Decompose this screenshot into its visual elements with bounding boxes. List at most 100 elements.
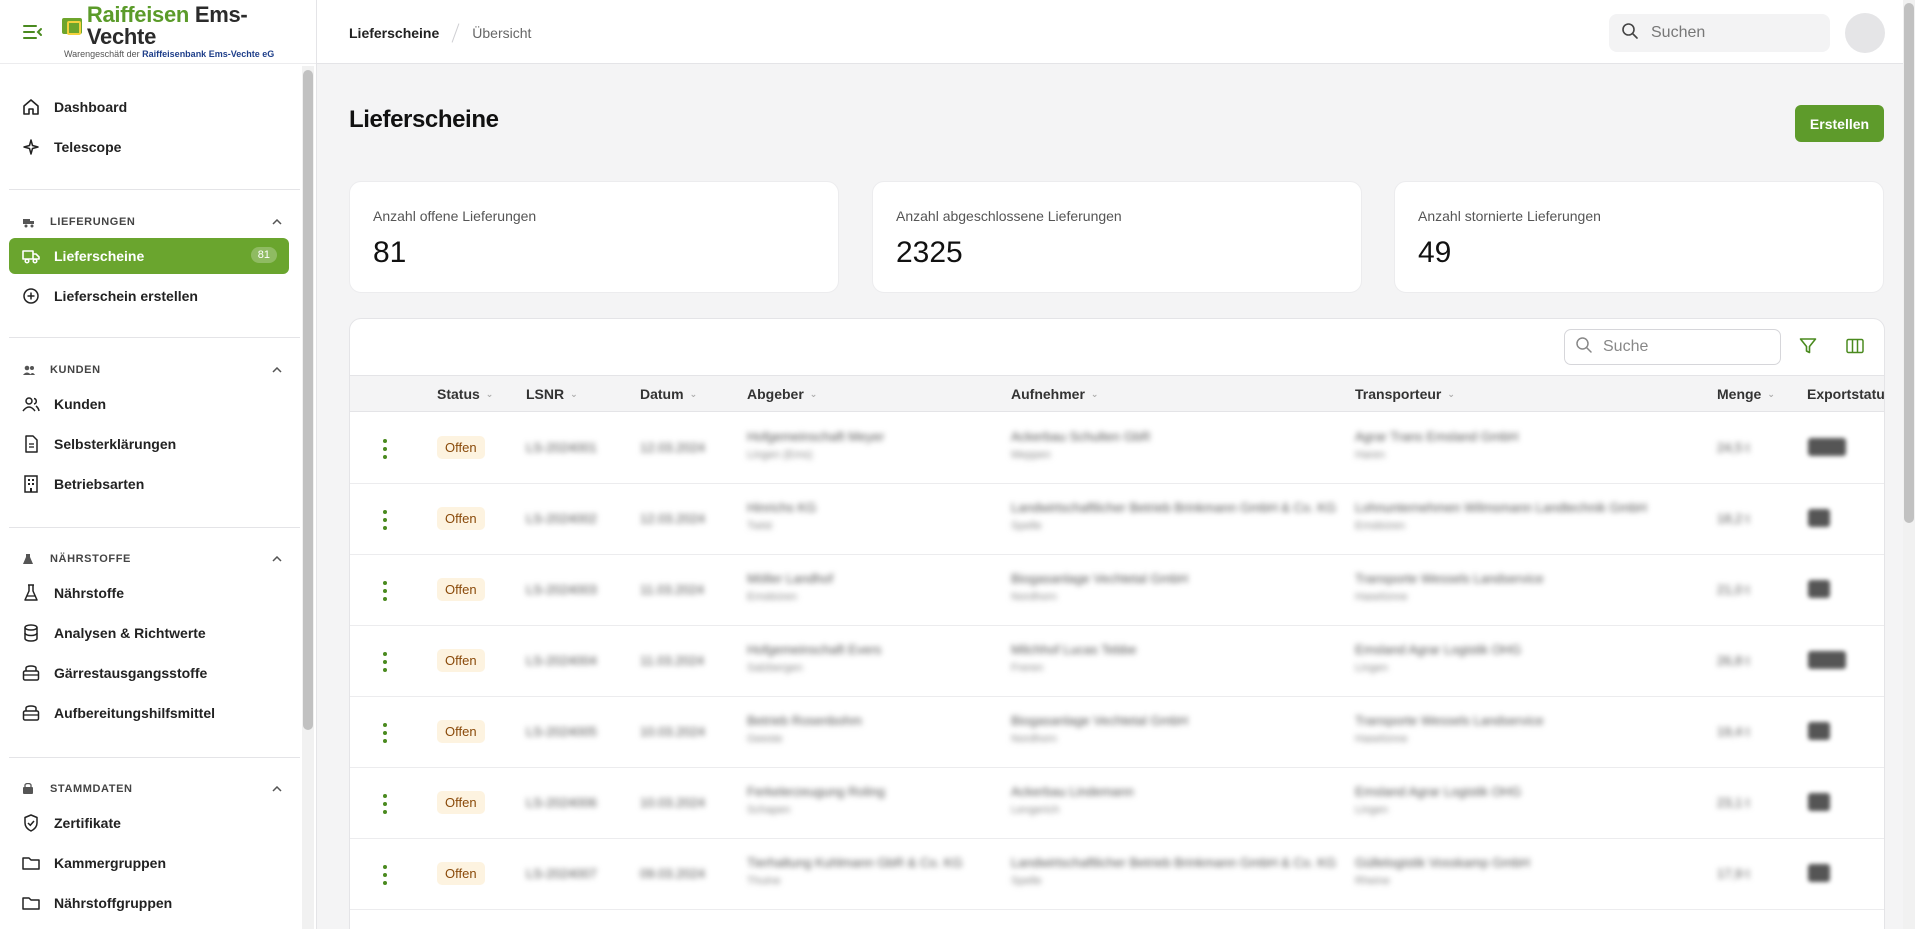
divider bbox=[9, 337, 300, 338]
cell-aufnehmer-location: Freren bbox=[1011, 662, 1044, 674]
sidebar-item-label: Betriebsarten bbox=[54, 476, 145, 492]
table-row[interactable]: Offen LS-2024006 10.03.2024 Ferkelerzeugung… bbox=[350, 768, 1884, 839]
user-avatar[interactable] bbox=[1845, 13, 1885, 53]
sidebar-item-gaerrestausgangsstoffe[interactable]: Gärrestausgangsstoffe bbox=[9, 655, 289, 691]
table-search-input[interactable] bbox=[1603, 338, 1763, 356]
table-search[interactable] bbox=[1564, 329, 1781, 365]
table-row[interactable]: Offen LS-2024003 11.03.2024 Möller Landhof E… bbox=[350, 555, 1884, 626]
archive-icon bbox=[22, 782, 36, 796]
truck-icon bbox=[22, 247, 40, 265]
column-header-status[interactable]: Status ⌄ bbox=[437, 386, 493, 402]
row-actions-menu-icon[interactable] bbox=[380, 723, 390, 743]
sidebar-item-naehrstoffgruppen[interactable]: Nährstoffgruppen bbox=[9, 885, 289, 921]
table-row[interactable]: Offen LS-2024005 10.03.2024 Betrieb Rosenbo… bbox=[350, 697, 1884, 768]
page-title: Lieferscheine bbox=[349, 106, 499, 133]
sidebar-scrollbar-thumb[interactable] bbox=[303, 70, 313, 730]
row-actions-menu-icon[interactable] bbox=[380, 581, 390, 601]
columns-button[interactable] bbox=[1844, 335, 1866, 357]
sidebar-item-lieferschein-erstellen[interactable]: Lieferschein erstellen bbox=[9, 278, 289, 314]
brand-subtitle-bank: Raiffeisenbank Ems-Vechte eG bbox=[142, 49, 275, 59]
cell-datum: 09.03.2024 bbox=[640, 866, 706, 881]
cell-aufnehmer-location: Nordhorn bbox=[1011, 733, 1057, 745]
sparkle-icon bbox=[22, 138, 40, 156]
row-actions-menu-icon[interactable] bbox=[380, 794, 390, 814]
cell-menge: 23,1 t bbox=[1717, 795, 1750, 810]
menu-toggle-button[interactable] bbox=[22, 21, 44, 43]
sidebar-item-kunden[interactable]: Kunden bbox=[9, 386, 289, 422]
column-header-menge[interactable]: Menge ⌄ bbox=[1717, 386, 1775, 402]
sidebar-item-selbsterklaerungen[interactable]: Selbsterklärungen bbox=[9, 426, 289, 462]
sidebar-item-telescope[interactable]: Telescope bbox=[9, 129, 289, 165]
sidebar-item-lieferscheine[interactable]: Lieferscheine 81 bbox=[9, 238, 289, 274]
column-header-datum[interactable]: Datum ⌄ bbox=[640, 386, 697, 402]
cell-lsnr: LS-2024001 bbox=[526, 440, 597, 455]
column-label: Menge bbox=[1717, 386, 1762, 402]
section-title: LIEFERUNGEN bbox=[50, 216, 136, 228]
sidebar-item-betriebsarten[interactable]: Betriebsarten bbox=[9, 466, 289, 502]
chevron-up-icon bbox=[272, 783, 282, 795]
row-actions-menu-icon[interactable] bbox=[380, 865, 390, 885]
stat-card-completed: Anzahl abgeschlossene Lieferungen 2325 bbox=[872, 181, 1362, 293]
stat-card-cancelled: Anzahl stornierte Lieferungen 49 bbox=[1394, 181, 1884, 293]
stat-value: 49 bbox=[1418, 236, 1452, 269]
menu-collapse-icon bbox=[22, 24, 42, 39]
filter-button[interactable] bbox=[1797, 335, 1819, 357]
row-actions-menu-icon[interactable] bbox=[380, 439, 390, 459]
users-icon bbox=[22, 363, 36, 377]
cell-transporteur-location: Haren bbox=[1355, 449, 1385, 461]
cell-menge: 17,9 t bbox=[1717, 866, 1750, 881]
filter-icon bbox=[1799, 338, 1817, 354]
table-row[interactable]: Offen LS-2024001 12.03.2024 Hofgemeinschaft… bbox=[350, 413, 1884, 484]
brand-logo[interactable]: Raiffeisen Ems-Vechte Warengeschäft der … bbox=[61, 4, 316, 59]
column-header-transporteur[interactable]: Transporteur ⌄ bbox=[1355, 386, 1455, 402]
table-header: Status ⌄ LSNR ⌄ Datum ⌄ Abgeber ⌄ Aufnehmer ⌄… bbox=[350, 375, 1884, 412]
sidebar-item-zertifikate[interactable]: Zertifikate bbox=[9, 805, 289, 841]
sort-icon: ⌄ bbox=[809, 388, 818, 399]
cell-transporteur: Lohnunternehmen Wilmsmann Landtechnik Gm… bbox=[1355, 500, 1647, 515]
sidebar-item-naehrstoffe[interactable]: Nährstoffe bbox=[9, 575, 289, 611]
global-search[interactable] bbox=[1609, 14, 1830, 52]
cell-transporteur-location: Lingen bbox=[1355, 662, 1389, 674]
column-header-exportstatus[interactable]: Exportstatus bbox=[1807, 386, 1884, 402]
stat-card-open: Anzahl offene Lieferungen 81 bbox=[349, 181, 839, 293]
sidebar-item-kammergruppen[interactable]: Kammergruppen bbox=[9, 845, 289, 881]
breadcrumb-current[interactable]: Lieferscheine bbox=[349, 25, 439, 41]
status-badge: Offen bbox=[437, 578, 485, 601]
row-actions-menu-icon[interactable] bbox=[380, 510, 390, 530]
sidebar-nav: Dashboard Telescope LIEFERUNGEN Liefersc… bbox=[0, 65, 301, 929]
cell-transporteur-location: Lingen bbox=[1355, 804, 1389, 816]
count-badge: 81 bbox=[250, 247, 277, 263]
cell-transporteur: Transporte Wessels Landservice bbox=[1355, 571, 1544, 586]
table-row[interactable]: Offen LS-2024002 12.03.2024 Hinrichs KG Twis… bbox=[350, 484, 1884, 555]
global-search-input[interactable] bbox=[1651, 24, 1811, 42]
sidebar-item-aufbereitungshilfsmittel[interactable]: Aufbereitungshilfsmittel bbox=[9, 695, 289, 731]
cell-aufnehmer: Ackerbau Lindemann bbox=[1011, 784, 1134, 799]
section-kunden[interactable]: KUNDEN bbox=[22, 360, 282, 380]
sidebar-item-analysen-richtwerte[interactable]: Analysen & Richtwerte bbox=[9, 615, 289, 651]
cell-datum: 11.03.2024 bbox=[640, 653, 705, 668]
row-actions-menu-icon[interactable] bbox=[380, 652, 390, 672]
sidebar-item-label: Dashboard bbox=[54, 99, 128, 115]
column-label: Abgeber bbox=[747, 386, 804, 402]
page-scrollbar-thumb[interactable] bbox=[1904, 3, 1914, 523]
stat-label: Anzahl offene Lieferungen bbox=[373, 208, 537, 224]
section-naehrstoffe[interactable]: NÄHRSTOFFE bbox=[22, 549, 282, 569]
section-stammdaten[interactable]: STAMMDATEN bbox=[22, 779, 282, 799]
table-row[interactable]: Offen LS-2024004 11.03.2024 Hofgemeinschaft… bbox=[350, 626, 1884, 697]
column-header-abgeber[interactable]: Abgeber ⌄ bbox=[747, 386, 817, 402]
cell-menge: 19,4 t bbox=[1717, 724, 1750, 739]
sidebar-item-label: Zertifikate bbox=[54, 815, 121, 831]
columns-icon bbox=[1846, 338, 1864, 354]
create-button[interactable]: Erstellen bbox=[1795, 105, 1884, 142]
search-icon bbox=[1575, 336, 1593, 359]
breadcrumb-overview[interactable]: Übersicht bbox=[472, 25, 531, 41]
cell-abgeber-location: Schapen bbox=[747, 804, 791, 816]
cell-aufnehmer: Biogasanlage Vechtetal GmbH bbox=[1011, 571, 1189, 586]
cell-aufnehmer: Landwirtschaftlicher Betrieb Brinkmann G… bbox=[1011, 500, 1337, 515]
stat-label: Anzahl abgeschlossene Lieferungen bbox=[896, 208, 1122, 224]
sidebar-item-dashboard[interactable]: Dashboard bbox=[9, 89, 289, 125]
table-row[interactable]: Offen LS-2024007 09.03.2024 Tierhaltung Kuh… bbox=[350, 839, 1884, 910]
column-header-aufnehmer[interactable]: Aufnehmer ⌄ bbox=[1011, 386, 1098, 402]
column-header-lsnr[interactable]: LSNR ⌄ bbox=[526, 386, 578, 402]
section-lieferungen[interactable]: LIEFERUNGEN bbox=[22, 212, 282, 232]
